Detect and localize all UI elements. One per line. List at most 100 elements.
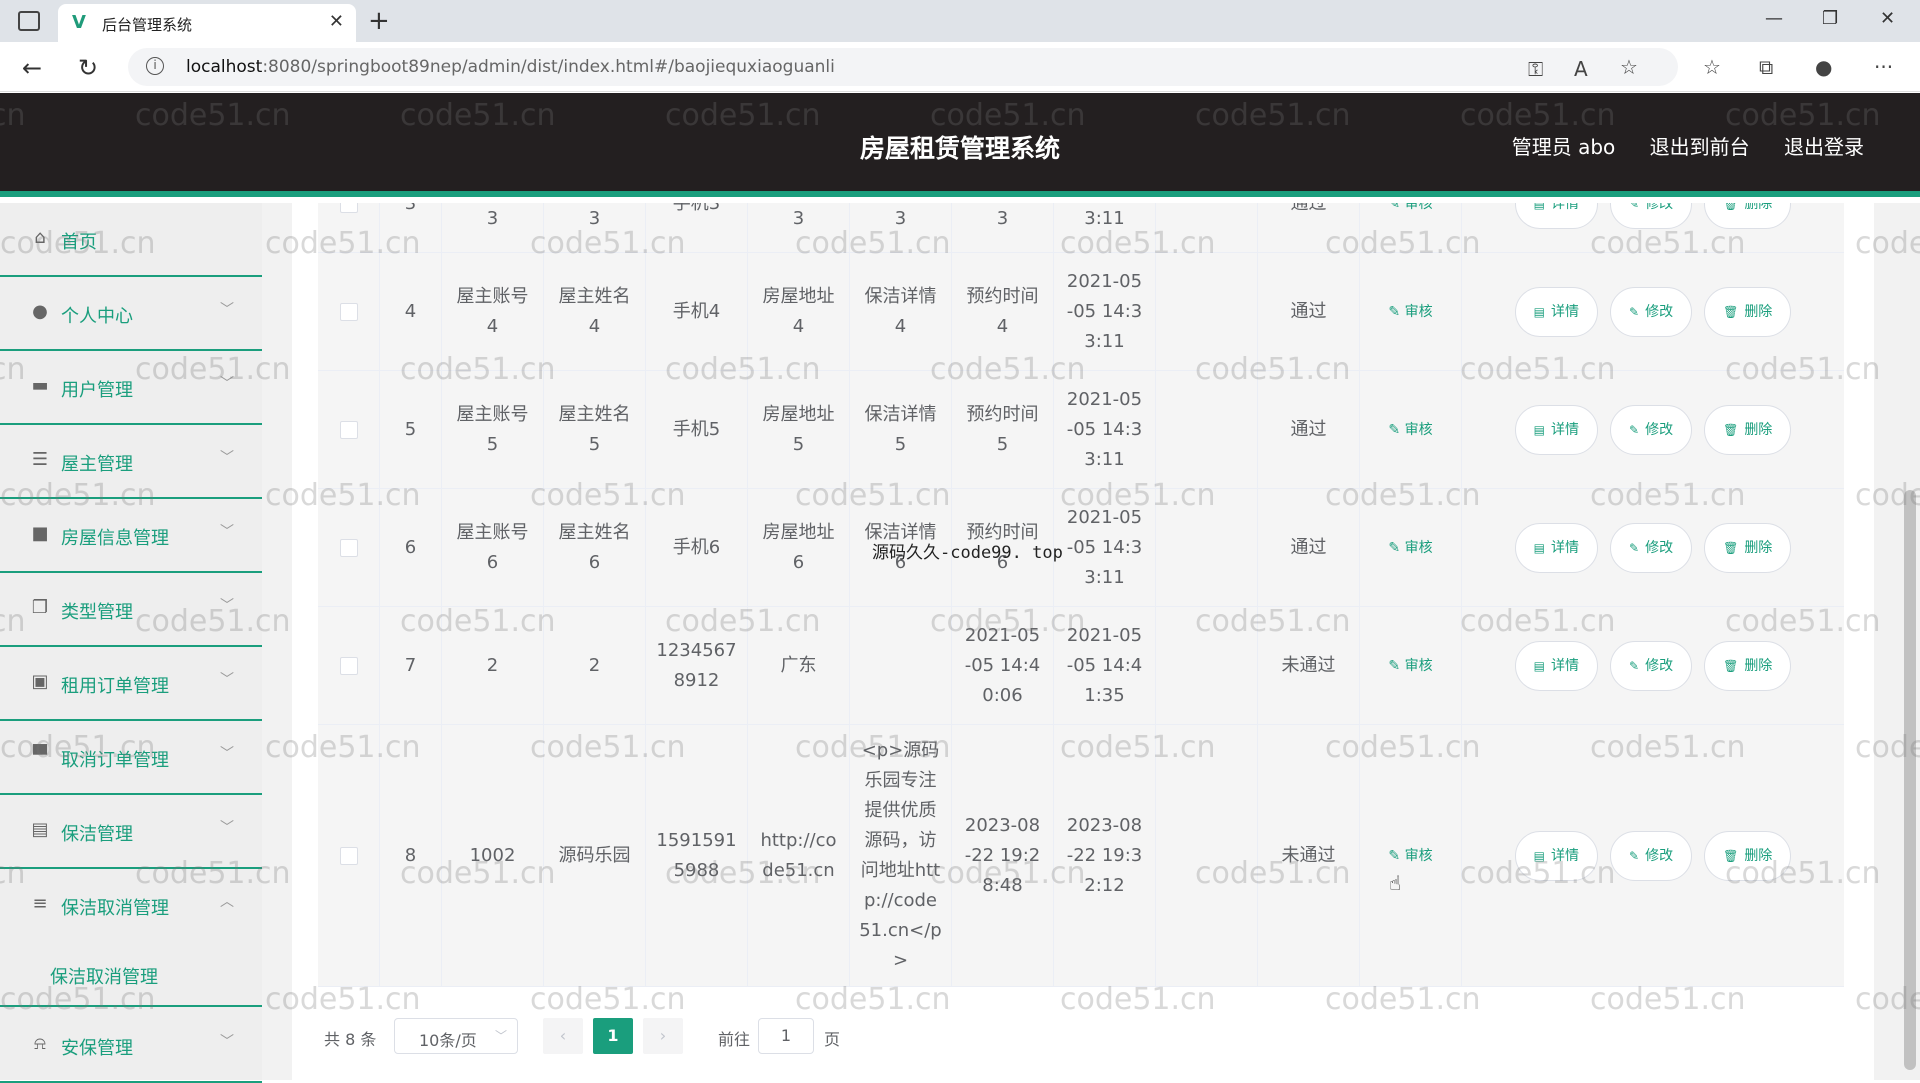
row-checkbox[interactable]: [339, 203, 358, 213]
detail-button[interactable]: ▤ 详情: [1514, 203, 1599, 229]
cell-addr: 广东: [748, 607, 850, 724]
admin-user-link[interactable]: 管理员 abo: [1512, 135, 1616, 159]
browser-tab[interactable]: V 后台管理系统 ✕: [58, 4, 356, 42]
review-link[interactable]: ✎ 审核: [1388, 651, 1432, 681]
row-checkbox[interactable]: [339, 656, 358, 675]
edit-button[interactable]: ✎ 修改: [1610, 522, 1693, 573]
restore-icon[interactable]: ❐: [1822, 8, 1838, 29]
sidebar-item-houses[interactable]: ■ 房屋信息管理 ﹀: [0, 499, 262, 573]
tab-actions-icon[interactable]: [18, 11, 40, 31]
delete-icon: 🗑: [1723, 848, 1739, 863]
detail-button[interactable]: ▤ 详情: [1514, 404, 1599, 455]
row-checkbox[interactable]: [339, 302, 358, 321]
row-checkbox[interactable]: [339, 846, 358, 865]
row-select-cell: [318, 253, 380, 370]
row-checkbox[interactable]: [339, 420, 358, 439]
chevron-down-icon: ﹀: [220, 746, 234, 762]
edit-button[interactable]: ✎ 修改: [1610, 640, 1693, 691]
cell-status: 通过: [1258, 203, 1360, 252]
review-link[interactable]: ✎ 审核: [1388, 415, 1432, 445]
row-select-cell: [318, 203, 380, 252]
page-size-select[interactable]: 10条/页 ﹀: [394, 1018, 518, 1054]
cell-acct: 屋主账号 6: [442, 489, 544, 606]
scrollbar-thumb[interactable]: [1904, 490, 1916, 1070]
reload-icon[interactable]: ↻: [78, 54, 98, 82]
sidebar-item-cleaning-cancel[interactable]: ≡ 保洁取消管理 ︿: [0, 869, 262, 943]
submenu-item-cleaning-cancel[interactable]: 保洁取消管理: [0, 943, 262, 1007]
detail-button[interactable]: ▤ 详情: [1514, 522, 1599, 573]
row-checkbox[interactable]: [339, 538, 358, 557]
sidebar-item-security[interactable]: ⍾ 安保管理 ﹀: [0, 1009, 262, 1083]
delete-button[interactable]: 🗑 删除: [1704, 286, 1792, 337]
review-link[interactable]: ✎ 审核: [1388, 203, 1432, 219]
cell-status: 通过: [1258, 371, 1360, 488]
next-page-button[interactable]: ›: [643, 1018, 683, 1054]
cell-idx: 4: [380, 253, 442, 370]
edit-button[interactable]: ✎ 修改: [1610, 830, 1693, 881]
cell-name: 2: [544, 607, 646, 724]
edit-button[interactable]: ✎ 修改: [1610, 286, 1693, 337]
sidebar-item-cancel-orders[interactable]: ▀ 取消订单管理 ﹀: [0, 721, 262, 795]
edit-label: 修改: [1645, 539, 1674, 556]
review-link[interactable]: ✎ 审核: [1388, 297, 1432, 327]
detail-label: 详情: [1551, 539, 1580, 556]
edit-button[interactable]: ✎ 修改: [1610, 404, 1693, 455]
chevron-down-icon: ﹀: [494, 1029, 507, 1043]
detail-button[interactable]: ▤ 详情: [1514, 830, 1599, 881]
front-link[interactable]: 退出到前台: [1650, 135, 1750, 159]
detail-button[interactable]: ▤ 详情: [1514, 640, 1599, 691]
delete-button[interactable]: 🗑 删除: [1704, 640, 1792, 691]
site-info-icon[interactable]: i: [146, 57, 164, 75]
profile-avatar-icon[interactable]: ●: [1815, 55, 1832, 79]
data-table: 3屋主账号 3屋主姓名 3手机3房屋地址 3保洁详情 3预约时间 3-05 14…: [318, 203, 1844, 1003]
empty-cell: [1156, 371, 1258, 488]
cell-time: 2023-08 -22 19:3 2:12: [1054, 725, 1156, 986]
page-number-current[interactable]: 1: [593, 1018, 633, 1054]
sidebar-item-label: 保洁管理: [61, 824, 133, 845]
goto-page-input[interactable]: 1: [758, 1018, 814, 1054]
favorites-icon[interactable]: ☆: [1703, 55, 1721, 79]
logout-link[interactable]: 退出登录: [1784, 135, 1864, 159]
read-aloud-icon[interactable]: A: [1574, 57, 1588, 81]
minimize-icon[interactable]: —: [1765, 8, 1783, 29]
url-field[interactable]: i localhost:8080/springboot89nep/admin/d…: [128, 48, 1678, 86]
table-row: 5 屋主账号 5 屋主姓名 5 手机5 房屋地址 5 保洁详情 5 预约时间 5 2021-0…: [318, 371, 1844, 489]
sidebar-item-profile[interactable]: ● 个人中心 ﹀: [0, 277, 262, 351]
delete-button[interactable]: 🗑 删除: [1704, 830, 1792, 881]
sidebar-item-types[interactable]: ❐ 类型管理 ﹀: [0, 573, 262, 647]
table-row: 3屋主账号 3屋主姓名 3手机3房屋地址 3保洁详情 3预约时间 3-05 14…: [318, 203, 1844, 253]
detail-button[interactable]: ▤ 详情: [1514, 286, 1599, 337]
review-link[interactable]: ✎ 审核: [1388, 533, 1432, 563]
overlay-watermark-text: 源码久久-code99. top: [872, 543, 1063, 563]
delete-button[interactable]: 🗑 删除: [1704, 404, 1792, 455]
chevron-down-icon: ﹀: [220, 820, 234, 836]
close-tab-icon[interactable]: ✕: [329, 11, 344, 32]
chevron-down-icon: ﹀: [220, 1034, 234, 1050]
prev-page-button[interactable]: ‹: [543, 1018, 583, 1054]
delete-button[interactable]: 🗑 删除: [1704, 522, 1792, 573]
cell-acct: 屋主账号 4: [442, 253, 544, 370]
chevron-down-icon: ﹀: [220, 450, 234, 466]
pagination-total: 共 8 条: [324, 1030, 377, 1049]
edit-button[interactable]: ✎ 修改: [1610, 203, 1693, 229]
detail-icon: ▤: [1533, 422, 1546, 437]
new-tab-icon[interactable]: +: [368, 6, 390, 36]
sidebar-item-cleaning[interactable]: ▤ 保洁管理 ﹀: [0, 795, 262, 869]
operations-cell: ▤ 详情 ✎ 修改 🗑 删除: [1462, 607, 1844, 724]
cell-appt: 预约时间 3: [952, 203, 1054, 252]
edit-label: 修改: [1645, 847, 1674, 864]
collections-icon[interactable]: ⧉: [1759, 55, 1773, 79]
window-close-icon[interactable]: ✕: [1880, 8, 1895, 29]
review-link[interactable]: ✎ 审核: [1388, 841, 1432, 871]
sidebar-item-home[interactable]: ⌂ 首页: [0, 203, 262, 277]
favorite-add-icon[interactable]: ☆: [1620, 55, 1638, 79]
sidebar-item-rent-orders[interactable]: ▣ 租用订单管理 ﹀: [0, 647, 262, 721]
more-icon[interactable]: ···: [1874, 55, 1893, 79]
key-icon[interactable]: ⚿: [1528, 57, 1543, 81]
back-icon[interactable]: ←: [22, 54, 42, 82]
sidebar-item-users[interactable]: ▬ 用户管理 ﹀: [0, 351, 262, 425]
sidebar-item-owners[interactable]: ☰ 屋主管理 ﹀: [0, 425, 262, 499]
delete-button[interactable]: 🗑 删除: [1704, 203, 1792, 229]
edit-icon: ✎: [1629, 422, 1640, 437]
cell-phone: 手机6: [646, 489, 748, 606]
